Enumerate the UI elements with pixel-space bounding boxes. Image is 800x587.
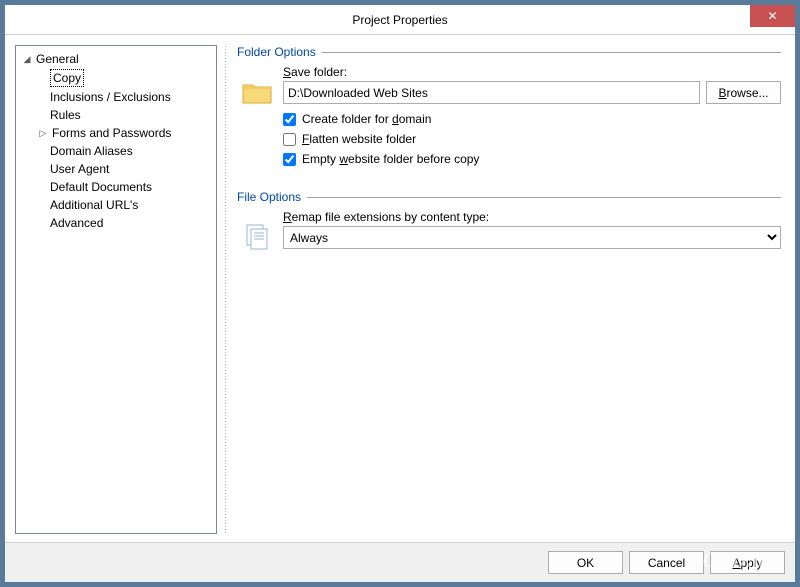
cancel-button[interactable]: Cancel — [629, 551, 704, 574]
content-pane: Folder Options Save folder: — [233, 45, 785, 534]
dialog-window: Project Properties ✕ ◢ General Copy Incl… — [4, 4, 796, 583]
nav-tree[interactable]: ◢ General Copy Inclusions / Exclusions R… — [15, 45, 217, 534]
window-title: Project Properties — [5, 13, 795, 27]
browse-button[interactable]: Browse... — [706, 81, 781, 104]
group-header: File Options — [237, 190, 781, 204]
tree-label: Forms and Passwords — [52, 125, 171, 141]
tree-item-useragent[interactable]: User Agent — [18, 160, 214, 178]
titlebar: Project Properties ✕ — [5, 5, 795, 35]
tree-label: Domain Aliases — [50, 143, 133, 159]
close-button[interactable]: ✕ — [750, 5, 795, 27]
close-icon: ✕ — [767, 9, 777, 23]
splitter[interactable] — [223, 45, 227, 534]
dialog-body: ◢ General Copy Inclusions / Exclusions R… — [5, 35, 795, 542]
save-folder-input[interactable] — [283, 81, 700, 104]
group-title: Folder Options — [237, 45, 316, 59]
group-file-options: File Options — [237, 190, 781, 254]
tree-label: Rules — [50, 107, 81, 123]
chevron-down-icon: ◢ — [22, 51, 32, 67]
tree-item-forms[interactable]: ▷ Forms and Passwords — [18, 124, 214, 142]
apply-button[interactable]: Apply — [710, 551, 785, 574]
divider — [307, 197, 781, 198]
tree-label: Advanced — [50, 215, 103, 231]
remap-label: Remap file extensions by content type: — [283, 210, 781, 224]
save-folder-label: Save folder: — [283, 65, 781, 79]
folder-icon — [241, 77, 273, 109]
tree-item-defaultdocs[interactable]: Default Documents — [18, 178, 214, 196]
remap-select[interactable]: Always — [283, 226, 781, 249]
group-title: File Options — [237, 190, 301, 204]
tree-label: Inclusions / Exclusions — [50, 89, 171, 105]
tree-label: Additional URL's — [50, 197, 138, 213]
tree-item-rules[interactable]: Rules — [18, 106, 214, 124]
tree-label: Default Documents — [50, 179, 152, 195]
tree-item-aliases[interactable]: Domain Aliases — [18, 142, 214, 160]
tree-label: General — [36, 51, 79, 67]
create-folder-checkbox[interactable] — [283, 113, 296, 126]
tree-label: User Agent — [50, 161, 109, 177]
tree-label: Copy — [50, 69, 84, 87]
tree-item-advanced[interactable]: Advanced — [18, 214, 214, 232]
ok-button[interactable]: OK — [548, 551, 623, 574]
chevron-right-icon: ▷ — [38, 125, 48, 141]
empty-folder-checkbox[interactable] — [283, 153, 296, 166]
empty-folder-label[interactable]: Empty website folder before copy — [302, 152, 479, 166]
group-folder-options: Folder Options Save folder: — [237, 45, 781, 172]
dialog-footer: OK Cancel Apply — [5, 542, 795, 582]
create-folder-label[interactable]: Create folder for domain — [302, 112, 431, 126]
group-header: Folder Options — [237, 45, 781, 59]
documents-icon — [241, 222, 273, 254]
flatten-folder-label[interactable]: Flatten website folder — [302, 132, 416, 146]
divider — [322, 52, 781, 53]
tree-item-copy[interactable]: Copy — [18, 68, 214, 88]
tree-item-urls[interactable]: Additional URL's — [18, 196, 214, 214]
flatten-folder-checkbox[interactable] — [283, 133, 296, 146]
tree-item-general[interactable]: ◢ General — [18, 50, 214, 68]
tree-item-inclusions[interactable]: Inclusions / Exclusions — [18, 88, 214, 106]
